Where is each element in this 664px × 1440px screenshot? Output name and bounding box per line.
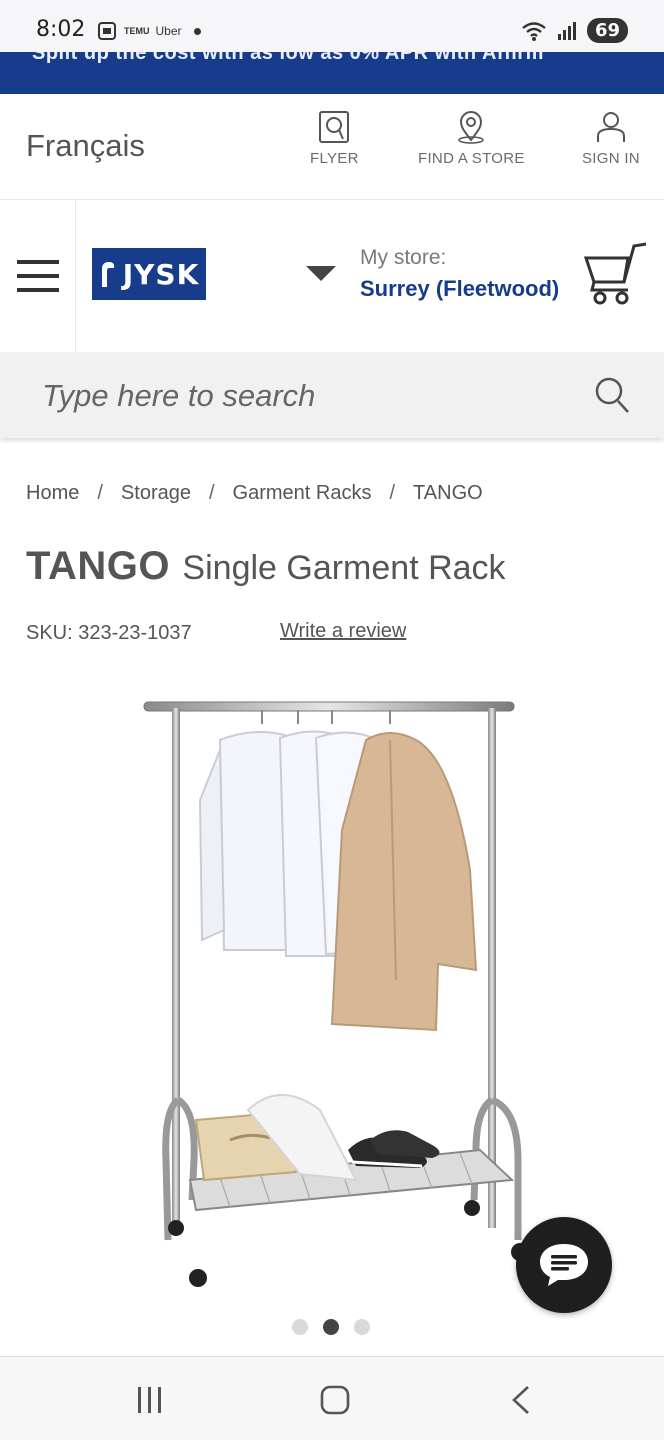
find-store-label: FIND A STORE xyxy=(418,150,525,167)
hamburger-icon xyxy=(16,260,59,292)
breadcrumb-separator: / xyxy=(97,482,103,504)
carousel-dot[interactable] xyxy=(292,1319,308,1335)
logo-text: JYSK xyxy=(122,257,200,291)
product-image[interactable] xyxy=(120,680,540,1300)
product-title: TANGO Single Garment Rack xyxy=(26,544,506,589)
back-icon[interactable] xyxy=(510,1385,532,1415)
signal-icon xyxy=(557,21,576,40)
site-header: JYSK My store: Surrey (Fleetwood) xyxy=(0,200,664,352)
recent-apps-icon[interactable] xyxy=(136,1385,164,1415)
breadcrumb-separator: / xyxy=(208,482,215,504)
carousel-dots xyxy=(292,1319,370,1335)
utility-bar: Français FLYER FIND A STORE SIGN IN xyxy=(0,94,664,200)
product-name: Single Garment Rack xyxy=(182,549,506,587)
sign-in-link[interactable]: SIGN IN xyxy=(582,110,640,167)
temu-icon: TEMU xyxy=(124,26,150,36)
system-nav-bar xyxy=(0,1356,664,1440)
status-bar: 8:02 TEMU Uber 69 xyxy=(0,0,664,52)
product-brand: TANGO xyxy=(26,544,170,588)
screenshot-icon xyxy=(98,22,116,40)
battery-indicator: 69 xyxy=(586,18,628,43)
store-name[interactable]: Surrey (Fleetwood) xyxy=(360,276,559,302)
product-sku: SKU: 323-23-1037 xyxy=(26,622,192,644)
flyer-label: FLYER xyxy=(310,150,359,167)
sign-in-label: SIGN IN xyxy=(582,150,640,167)
user-icon xyxy=(596,112,625,142)
store-label: My store: xyxy=(360,246,447,269)
search-icon[interactable] xyxy=(594,376,630,414)
status-notification-icons: TEMU Uber xyxy=(96,20,201,42)
flyer-link[interactable]: FLYER xyxy=(310,110,359,167)
promo-text: Split up the cost with as low as 0% APR … xyxy=(32,52,544,64)
uber-icon: Uber xyxy=(155,24,182,38)
jysk-logo[interactable]: JYSK xyxy=(92,248,206,300)
location-pin-icon xyxy=(458,111,485,144)
chat-button[interactable] xyxy=(516,1217,612,1313)
cart-icon[interactable] xyxy=(584,242,650,306)
status-time: 8:02 xyxy=(36,17,86,42)
menu-button[interactable] xyxy=(0,200,76,352)
bird-icon xyxy=(101,262,114,287)
breadcrumb: Home / Storage / Garment Racks / TANGO xyxy=(26,482,483,505)
language-switch[interactable]: Français xyxy=(26,128,145,164)
search-bar xyxy=(0,352,664,438)
search-input[interactable] xyxy=(42,374,562,418)
chat-bubble-icon xyxy=(540,1244,588,1286)
dot-icon xyxy=(193,27,201,35)
carousel-dot[interactable] xyxy=(354,1319,370,1335)
write-review-link[interactable]: Write a review xyxy=(280,620,406,643)
flyer-icon xyxy=(319,111,350,143)
find-store-link[interactable]: FIND A STORE xyxy=(418,110,525,167)
breadcrumb-current: TANGO xyxy=(413,482,483,504)
breadcrumb-storage[interactable]: Storage xyxy=(121,482,191,505)
breadcrumb-home[interactable]: Home xyxy=(26,482,79,505)
breadcrumb-garment-racks[interactable]: Garment Racks xyxy=(233,482,372,505)
breadcrumb-separator: / xyxy=(389,482,396,504)
wifi-icon xyxy=(522,21,546,41)
store-dropdown-caret[interactable] xyxy=(306,266,336,281)
promo-banner[interactable]: Split up the cost with as low as 0% APR … xyxy=(0,52,664,94)
home-icon[interactable] xyxy=(320,1385,350,1415)
carousel-dot-active[interactable] xyxy=(323,1319,339,1335)
status-right: 69 xyxy=(521,18,628,43)
